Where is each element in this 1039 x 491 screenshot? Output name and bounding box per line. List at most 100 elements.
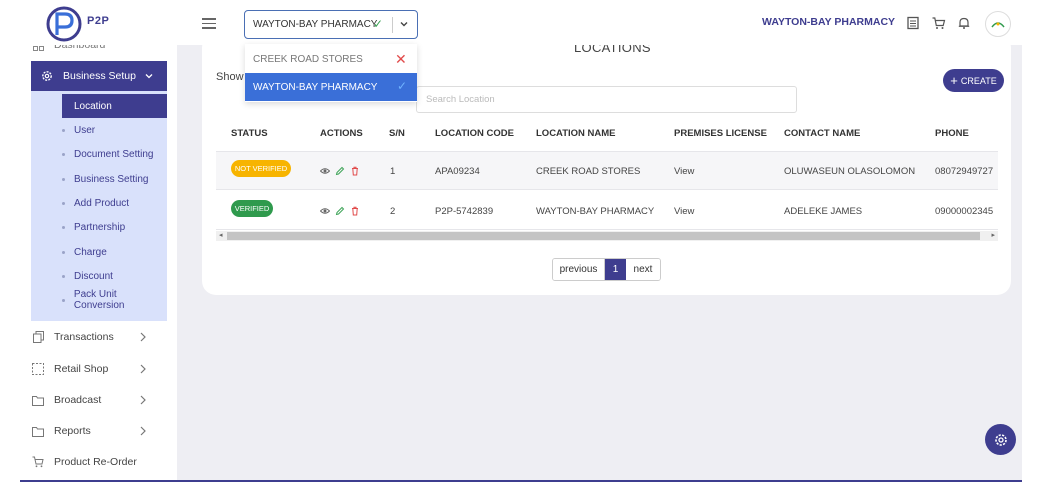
settings-fab[interactable] — [985, 424, 1016, 455]
cart-icon — [32, 456, 44, 468]
column-header-actions[interactable]: ACTIONS — [320, 128, 363, 139]
check-icon: ✓ — [397, 79, 408, 93]
column-header-premises-license[interactable]: PREMISES LICENSE — [674, 128, 767, 139]
cell-contact-name: OLUWASEUN OLASOLOMON — [784, 166, 916, 177]
select-separator — [392, 17, 393, 33]
sidebar-subitem-label: User — [74, 124, 96, 136]
sidebar-item-label: Product Re-Order — [54, 456, 137, 468]
plus-icon: + — [950, 73, 958, 88]
sidebar-subitem-add-product[interactable]: Add Product — [62, 195, 129, 211]
scrollbar-thumb[interactable] — [227, 232, 980, 240]
sidebar-item-product-re-order[interactable]: Product Re-Order — [32, 452, 137, 472]
chevron-right-icon — [138, 425, 148, 437]
bullet-icon — [62, 152, 65, 156]
leaf-logo-icon — [991, 22, 1005, 28]
bell-icon[interactable] — [957, 16, 971, 30]
bottom-divider — [20, 480, 1022, 482]
sidebar-subitem-label: Charge — [74, 246, 107, 258]
store-select[interactable]: WAYTON-BAY PHARMACY ✓ — [244, 10, 418, 39]
cell-location-code: APA09234 — [435, 166, 480, 177]
app-page: Dashboard Business Setup Location User D… — [0, 0, 1039, 491]
copy-icon — [32, 331, 44, 343]
dropdown-option-label: CREEK ROAD STORES — [253, 53, 363, 65]
cell-sn: 1 — [390, 166, 396, 177]
p2p-logo[interactable] — [46, 5, 121, 43]
bullet-icon — [62, 298, 65, 302]
avatar[interactable] — [985, 11, 1011, 37]
cell-phone: 09000002345 — [935, 206, 994, 217]
dropdown-option-wayton-bay-pharmacy[interactable]: WAYTON-BAY PHARMACY ✓ — [245, 73, 417, 101]
sidebar-subitem-charge[interactable]: Charge — [62, 244, 107, 260]
delete-icon[interactable] — [350, 166, 360, 176]
sidebar-item-label: Business Setup — [63, 70, 136, 82]
sidebar-subitem-document-setting[interactable]: Document Setting — [62, 146, 154, 162]
list-icon[interactable] — [906, 16, 920, 30]
cell-location-code: P2P-5742839 — [435, 206, 494, 217]
dropdown-option-creek-road-stores[interactable]: CREEK ROAD STORES ✕ — [245, 45, 417, 73]
create-button[interactable]: + CREATE — [943, 69, 1004, 92]
column-header-phone[interactable]: PHONE — [935, 128, 969, 139]
sidebar-subitem-label: Partnership — [74, 221, 126, 233]
view-icon[interactable] — [320, 206, 330, 216]
sidebar-subitem-label: Business Setting — [74, 173, 149, 185]
dashed-square-icon — [32, 363, 44, 375]
cell-sn: 2 — [390, 206, 396, 217]
edit-icon[interactable] — [335, 206, 345, 216]
gear-icon — [41, 70, 53, 82]
sidebar-subitem-discount[interactable]: Discount — [62, 268, 113, 284]
sidebar-item-broadcast[interactable]: Broadcast — [32, 390, 146, 410]
sidebar-subitem-pack-unit-conversion[interactable]: Pack Unit Conversion — [62, 289, 167, 311]
delete-icon[interactable] — [350, 206, 360, 216]
folder-icon — [32, 425, 44, 437]
chevron-down-icon[interactable] — [399, 19, 409, 29]
chevron-down-icon — [144, 71, 154, 81]
sidebar-item-reports[interactable]: Reports — [32, 421, 146, 441]
sidebar-subitem-business-setting[interactable]: Business Setting — [62, 171, 149, 187]
chevron-right-icon — [138, 363, 148, 375]
chevron-right-icon — [138, 394, 148, 406]
previous-page-button[interactable]: previous — [553, 259, 605, 280]
status-badge: VERIFIED — [231, 200, 273, 217]
sidebar-subitem-label: Document Setting — [74, 148, 154, 160]
next-page-button[interactable]: next — [626, 259, 660, 280]
status-badge: NOT VERIFIED — [231, 160, 291, 177]
column-header-status[interactable]: STATUS — [231, 128, 268, 139]
sidebar: Dashboard Business Setup Location User D… — [20, 0, 177, 481]
gear-icon — [994, 433, 1007, 446]
bullet-icon — [62, 201, 65, 205]
show-entries-label: Show — [216, 71, 244, 83]
edit-icon[interactable] — [335, 166, 345, 176]
bullet-icon — [62, 225, 65, 229]
scroll-left-icon[interactable]: ◂ — [219, 231, 223, 239]
menu-icon[interactable] — [202, 18, 216, 30]
sidebar-subitem-location[interactable]: Location — [62, 94, 167, 118]
horizontal-scrollbar[interactable]: ◂ ▸ — [216, 231, 998, 241]
view-icon[interactable] — [320, 166, 330, 176]
close-icon: ✕ — [395, 51, 407, 67]
cell-location-name: WAYTON-BAY PHARMACY — [536, 206, 655, 217]
bullet-icon — [62, 128, 65, 132]
search-location-input[interactable]: Search Location — [416, 86, 797, 113]
chevron-right-icon — [138, 331, 148, 343]
column-header-location-code[interactable]: LOCATION CODE — [435, 128, 514, 139]
premises-license-view-link[interactable]: View — [674, 206, 694, 217]
sidebar-item-business-setup[interactable]: Business Setup — [31, 61, 167, 91]
current-page-button[interactable]: 1 — [605, 259, 626, 280]
scroll-right-icon[interactable]: ▸ — [991, 231, 995, 239]
sidebar-subitem-partnership[interactable]: Partnership — [62, 219, 125, 235]
sidebar-item-transactions[interactable]: Transactions — [32, 327, 146, 347]
column-header-sn[interactable]: S/N — [389, 128, 405, 139]
sidebar-item-retail-shop[interactable]: Retail Shop — [32, 359, 146, 379]
top-header: P2P WAYTON-BAY PHARMACY ✓ WAYTON-BAY PHA… — [0, 0, 1039, 45]
sidebar-subitem-label: Add Product — [74, 197, 130, 209]
folder-icon — [32, 394, 44, 406]
cart-icon[interactable] — [932, 16, 946, 30]
sidebar-subitem-user[interactable]: User — [62, 122, 95, 138]
create-button-label: CREATE — [960, 75, 997, 86]
column-header-location-name[interactable]: LOCATION NAME — [536, 128, 616, 139]
store-select-dropdown: CREEK ROAD STORES ✕ WAYTON-BAY PHARMACY … — [245, 44, 417, 102]
pagination: previous 1 next — [552, 258, 661, 281]
premises-license-view-link[interactable]: View — [674, 166, 694, 177]
bullet-icon — [62, 274, 65, 278]
column-header-contact-name[interactable]: CONTACT NAME — [784, 128, 860, 139]
